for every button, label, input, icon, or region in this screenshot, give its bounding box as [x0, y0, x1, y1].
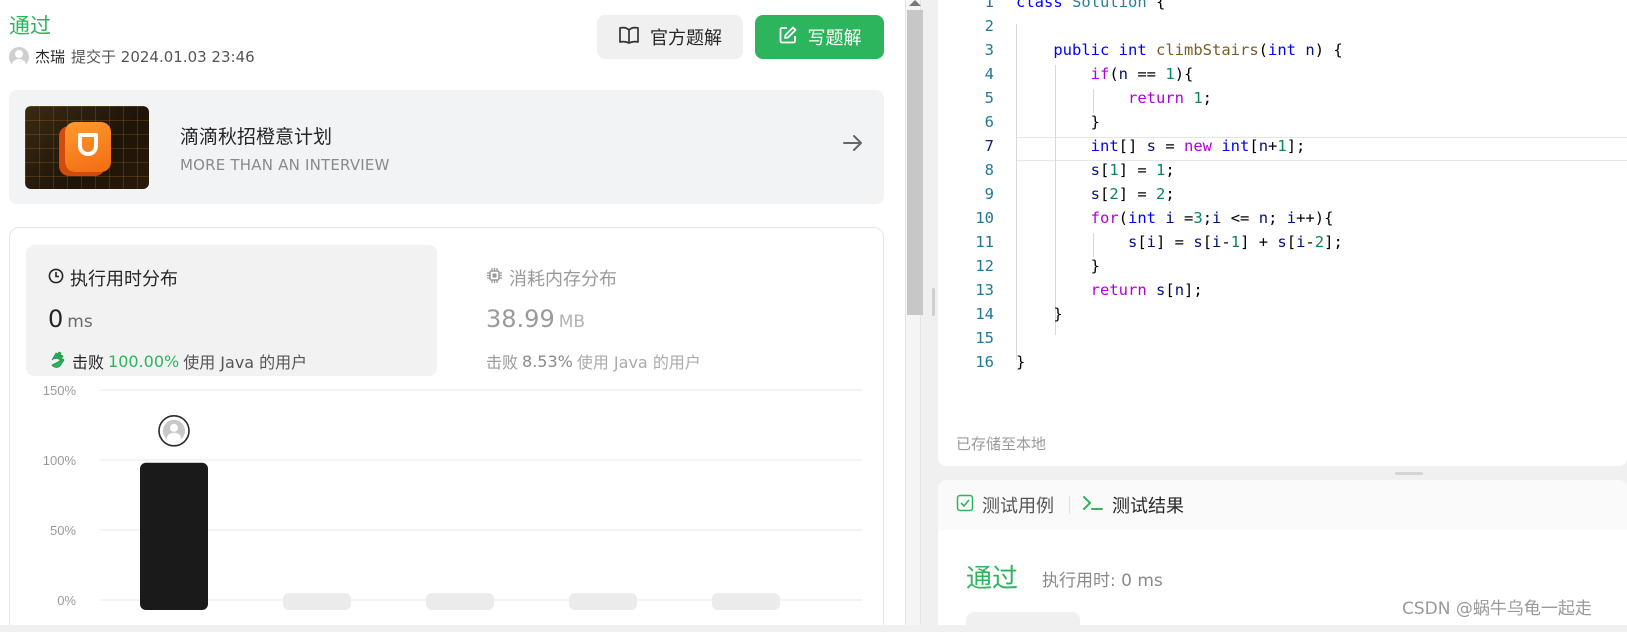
didi-logo-icon [65, 122, 111, 172]
y-tick-label: 150% [43, 383, 77, 398]
book-icon [618, 25, 640, 50]
memory-value: 38.99 MB [486, 305, 585, 333]
horizontal-resize-handle[interactable] [1395, 472, 1423, 475]
test-tabs: 测试用例 测试结果 [938, 480, 1627, 530]
line-number: 11 [975, 233, 994, 251]
runtime-value: 0 ms [48, 305, 93, 333]
y-tick-label: 100% [43, 453, 77, 468]
runtime-number: 0 [48, 305, 64, 333]
memory-beat-rest: 使用 Java 的用户 [576, 353, 701, 372]
promo-banner[interactable]: 滴滴秋招橙意计划 MORE THAN AN INTERVIEW [9, 90, 884, 204]
line-number: 6 [984, 113, 994, 131]
memory-stat[interactable]: 消耗内存分布 38.99 MB 击败 8.53% 使用 Java 的用户 [460, 245, 860, 376]
line-number: 2 [984, 17, 994, 35]
chip-icon [486, 267, 503, 289]
submission-panel: 通过 杰瑞 提交于 2024.01.03 23:46 官方题解 写题解 滴滴秋招… [0, 0, 905, 625]
edit-icon [778, 25, 798, 50]
memory-beat: 击败 8.53% 使用 Java 的用户 [486, 349, 701, 373]
runtime-distribution-chart[interactable]: 150% 100% 50% 0% [10, 378, 883, 625]
line-number: 13 [975, 281, 994, 299]
chart-bar[interactable] [569, 593, 637, 610]
write-solution-button[interactable]: 写题解 [755, 15, 884, 59]
tab-test-cases-label: 测试用例 [982, 496, 1054, 517]
runtime-beat-rest: 使用 Java 的用户 [183, 353, 308, 372]
runtime-stat[interactable]: 执行用时分布 0 ms 击败 100.00% 使用 Java 的用户 [26, 245, 437, 376]
line-number: 5 [984, 89, 994, 107]
runtime-unit: ms [67, 312, 93, 332]
line-number: 9 [984, 185, 994, 203]
scrollbar-thumb[interactable] [907, 10, 923, 315]
user-avatar-marker [158, 414, 190, 447]
banner-subtitle: MORE THAN AN INTERVIEW [180, 156, 390, 174]
banner-title: 滴滴秋招橙意计划 [180, 126, 333, 148]
terminal-icon [1082, 494, 1104, 517]
line-number: 10 [975, 209, 994, 227]
official-solution-label: 官方题解 [650, 28, 722, 49]
test-result-status: 通过 [966, 564, 1019, 594]
official-solution-button[interactable]: 官方题解 [597, 15, 743, 59]
tab-test-cases[interactable]: 测试用例 [956, 492, 1054, 518]
submission-meta: 杰瑞 提交于 2024.01.03 23:46 [9, 46, 255, 67]
runtime-title-text: 执行用时分布 [70, 269, 178, 290]
arrow-right-icon[interactable] [840, 130, 866, 156]
runtime-beat-label: 击败 [72, 353, 105, 372]
chart-bar[interactable] [140, 462, 208, 610]
y-tick-label: 50% [50, 523, 76, 538]
line-number: 3 [984, 41, 994, 59]
runtime-beat-pct: 100.00% [108, 351, 180, 371]
author-name[interactable]: 杰瑞 [35, 46, 65, 67]
banner-image [25, 106, 149, 189]
line-number: 16 [975, 353, 994, 371]
line-number: 14 [975, 305, 994, 323]
runtime-beat: 击败 100.00% 使用 Java 的用户 [48, 349, 307, 373]
memory-beat-label: 击败 [486, 353, 519, 372]
watermark: CSDN @蜗牛乌龟一起走 [1402, 599, 1592, 619]
line-number: 8 [984, 161, 994, 179]
memory-title: 消耗内存分布 [486, 265, 617, 291]
clock-icon [48, 268, 64, 289]
y-tick-label: 0% [57, 593, 76, 608]
checkbox-icon [956, 494, 974, 517]
test-case-chip[interactable] [966, 612, 1080, 632]
performance-card: 执行用时分布 0 ms 击败 100.00% 使用 Java 的用户 消耗内存分布 [9, 227, 884, 625]
memory-unit: MB [558, 312, 586, 332]
chart-bar[interactable] [712, 593, 780, 610]
avatar[interactable] [9, 46, 29, 67]
tab-test-results[interactable]: 测试结果 [1082, 492, 1184, 518]
chart-bar[interactable] [283, 593, 351, 610]
write-solution-label: 写题解 [807, 28, 862, 49]
line-number: 1 [984, 0, 994, 11]
clap-icon [48, 349, 68, 373]
code-editor[interactable]: 1 2 3 4 5 6 7 8 9 10 11 12 13 14 15 16 class Solution {… [938, 0, 1627, 466]
memory-title-text: 消耗内存分布 [509, 269, 617, 290]
scroll-up-arrow-icon[interactable] [909, 0, 921, 6]
panel-resize-handle[interactable] [932, 288, 935, 316]
submission-status: 通过 [9, 14, 51, 38]
runtime-title: 执行用时分布 [48, 265, 178, 291]
tab-test-results-label: 测试结果 [1112, 496, 1184, 517]
memory-number: 38.99 [486, 305, 555, 333]
saved-status: 已存储至本地 [956, 435, 1047, 453]
tab-separator [1069, 496, 1070, 514]
test-runtime: 执行用时: 0 ms [1042, 571, 1163, 591]
memory-beat-pct: 8.53% [522, 351, 573, 371]
line-number: 15 [975, 329, 994, 347]
line-number: 12 [975, 257, 994, 275]
line-number: 4 [984, 65, 994, 83]
submitted-time: 提交于 2024.01.03 23:46 [71, 48, 255, 66]
chart-bar[interactable] [426, 593, 494, 610]
line-number: 7 [984, 137, 994, 155]
